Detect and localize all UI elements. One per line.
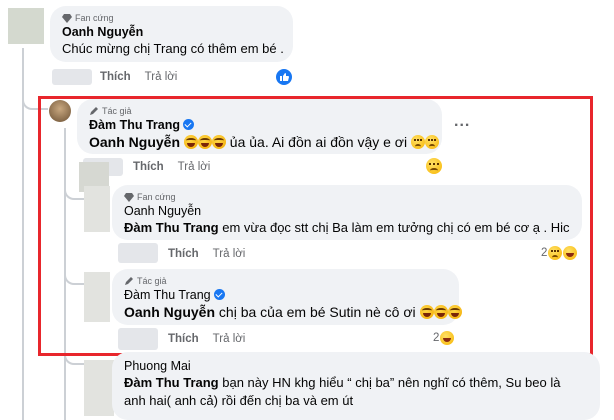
reply-button[interactable]: Trả lời [145, 71, 178, 83]
comment-bubble: Fan cứng Oanh Nguyễn Chúc mừng chị Trang… [50, 6, 293, 62]
avatar[interactable] [84, 360, 114, 416]
redacted-timestamp [52, 69, 92, 85]
comment-text: Chúc mừng chị Trang có thêm em bé . [62, 41, 284, 56]
like-reaction-icon[interactable] [276, 69, 292, 85]
author-name[interactable]: Oanh Nguyễn [62, 24, 281, 40]
author-name[interactable]: Phuong Mai [124, 358, 588, 374]
comment-text: Đàm Thu Trang bạn này HN khg hiểu “ chị … [124, 374, 588, 392]
avatar[interactable] [8, 8, 44, 44]
highlight-box [38, 96, 593, 356]
mention-link[interactable]: Đàm Thu Trang [124, 375, 219, 390]
comment-actions: Thích Trả lời [100, 71, 177, 83]
like-button[interactable]: Thích [100, 71, 131, 83]
diamond-icon [62, 14, 72, 23]
comment-text-line: anh hai( anh cả) rồi đến chị ba và em út [124, 393, 354, 408]
comment-body: bạn này HN khg hiểu “ chị ba” nên nghĩ c… [222, 375, 561, 390]
comment-bubble: Phuong Mai Đàm Thu Trang bạn này HN khg … [112, 352, 600, 420]
fan-badge[interactable]: Fan cứng [62, 12, 281, 24]
badge-label: Fan cứng [75, 13, 114, 23]
